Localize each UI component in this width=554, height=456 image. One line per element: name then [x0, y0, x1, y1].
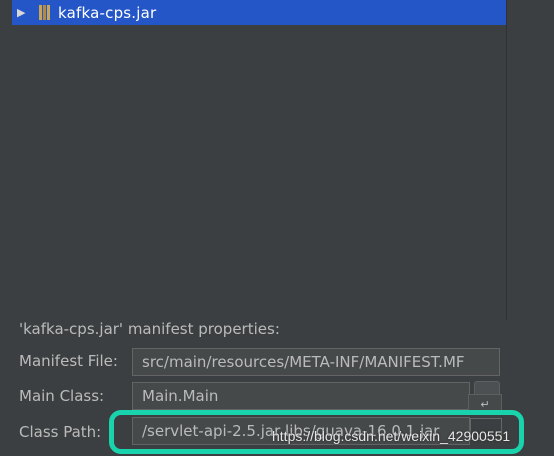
tree-item-label: kafka-cps.jar	[58, 3, 157, 22]
manifest-file-field[interactable]: src/main/resources/META-INF/MANIFEST.MF	[132, 348, 500, 376]
main-class-label: Main Class:	[19, 387, 105, 405]
class-path-label: Class Path:	[19, 423, 102, 441]
artifact-tree: ▶ kafka-cps.jar	[12, 0, 507, 320]
panel-divider	[506, 0, 507, 320]
tree-item-kafka-cps-jar[interactable]: ▶ kafka-cps.jar	[12, 0, 507, 25]
manifest-section-title: 'kafka-cps.jar' manifest properties:	[19, 320, 280, 338]
watermark: https://blog.csdn.net/weixin_42900551	[272, 428, 511, 444]
left-gutter	[0, 0, 12, 456]
manifest-file-label: Manifest File:	[19, 352, 118, 370]
expand-arrow-icon[interactable]: ▶	[17, 6, 29, 19]
jar-icon	[39, 5, 50, 20]
main-class-field[interactable]: Main.Main	[132, 382, 470, 410]
